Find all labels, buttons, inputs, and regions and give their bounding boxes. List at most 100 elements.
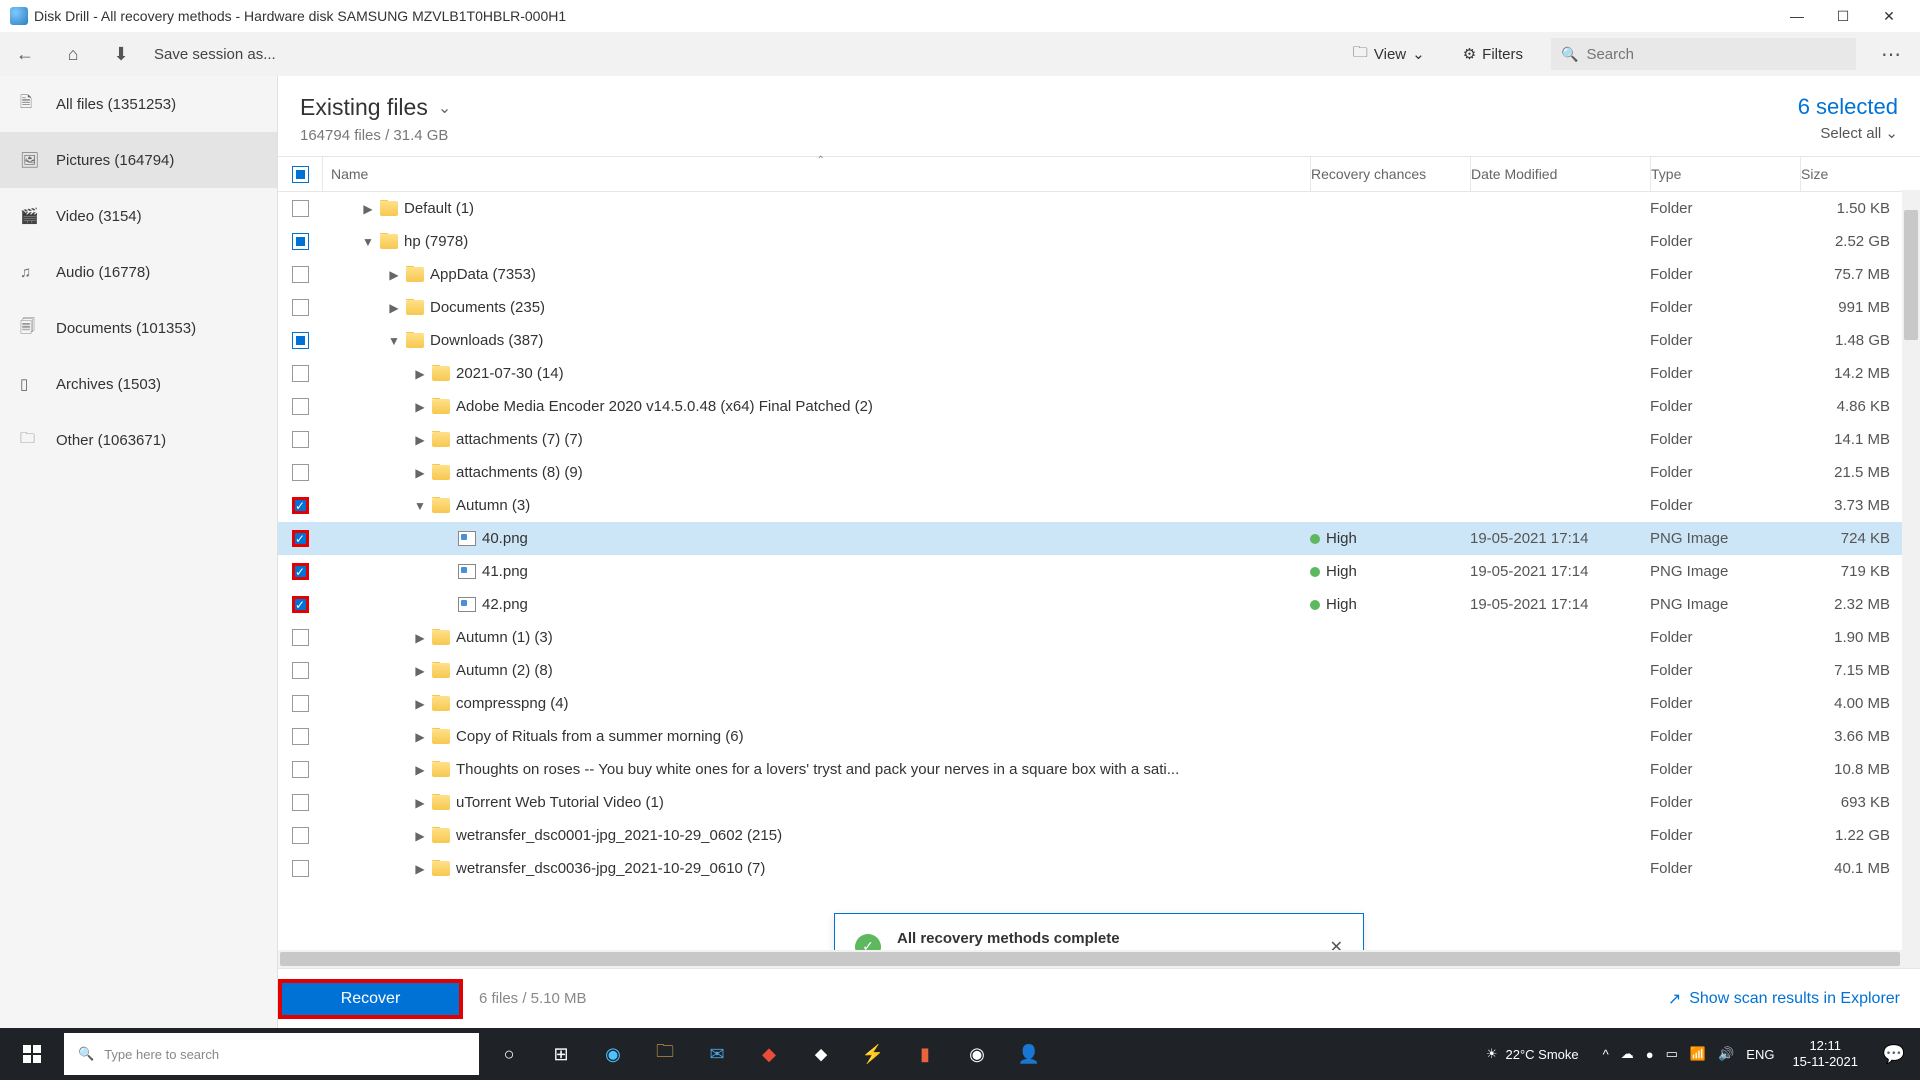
onedrive-icon[interactable]: ☁ xyxy=(1621,1046,1634,1062)
recover-button[interactable]: Recover xyxy=(278,979,463,1019)
table-row[interactable]: ▶Copy of Rituals from a summer morning (… xyxy=(278,720,1920,753)
expand-toggle[interactable]: ▶ xyxy=(414,664,426,678)
chrome-icon[interactable]: ◉ xyxy=(951,1028,1003,1080)
expand-toggle[interactable]: ▶ xyxy=(388,268,400,282)
download-icon[interactable]: ⬇ xyxy=(106,39,136,69)
row-checkbox[interactable] xyxy=(292,365,309,382)
row-checkbox[interactable] xyxy=(292,266,309,283)
table-row[interactable]: ✓40.pngHigh19-05-2021 17:14PNG Image724 … xyxy=(278,522,1920,555)
row-checkbox[interactable] xyxy=(292,431,309,448)
language-indicator[interactable]: ENG xyxy=(1746,1047,1774,1062)
search-input[interactable] xyxy=(1586,46,1846,63)
table-row[interactable]: ▼hp (7978)Folder2.52 GB xyxy=(278,225,1920,258)
table-row[interactable]: ▼Downloads (387)Folder1.48 GB xyxy=(278,324,1920,357)
table-row[interactable]: ▶Documents (235)Folder991 MB xyxy=(278,291,1920,324)
view-title[interactable]: Existing files xyxy=(300,94,428,121)
row-checkbox[interactable] xyxy=(292,332,309,349)
row-checkbox[interactable] xyxy=(292,860,309,877)
chevron-up-icon[interactable]: ^ xyxy=(1603,1047,1609,1062)
row-checkbox[interactable] xyxy=(292,728,309,745)
tray-icon[interactable]: ● xyxy=(1646,1047,1654,1062)
sidebar-item-documents[interactable]: 🗐Documents (101353) xyxy=(0,300,277,356)
vertical-scrollbar[interactable] xyxy=(1902,190,1920,968)
select-all-button[interactable]: Select all ⌄ xyxy=(1798,124,1898,142)
more-menu-button[interactable]: ⋯ xyxy=(1874,42,1910,67)
minimize-button[interactable]: — xyxy=(1774,0,1820,32)
explorer-icon[interactable]: 🗀 xyxy=(639,1028,691,1080)
sidebar-item-pictures[interactable]: 🖼Pictures (164794) xyxy=(0,132,277,188)
row-checkbox[interactable] xyxy=(292,827,309,844)
disk-drill-icon[interactable]: 👤 xyxy=(1003,1028,1055,1080)
office-icon[interactable]: ▮ xyxy=(899,1028,951,1080)
expand-toggle[interactable]: ▶ xyxy=(414,367,426,381)
table-row[interactable]: ▶uTorrent Web Tutorial Video (1)Folder69… xyxy=(278,786,1920,819)
table-row[interactable]: ▶Thoughts on roses -- You buy white ones… xyxy=(278,753,1920,786)
clock[interactable]: 12:11 15-11-2021 xyxy=(1782,1038,1868,1069)
expand-toggle[interactable]: ▼ xyxy=(414,499,426,513)
edge-icon[interactable]: ◉ xyxy=(587,1028,639,1080)
row-checkbox[interactable] xyxy=(292,464,309,481)
row-checkbox[interactable] xyxy=(292,794,309,811)
expand-toggle[interactable]: ▼ xyxy=(362,235,374,249)
expand-toggle[interactable]: ▶ xyxy=(414,730,426,744)
table-row[interactable]: ▶Autumn (2) (8)Folder7.15 MB xyxy=(278,654,1920,687)
table-row[interactable]: ✓42.pngHigh19-05-2021 17:14PNG Image2.32… xyxy=(278,588,1920,621)
dropbox-icon[interactable]: ⬥ xyxy=(795,1028,847,1080)
back-button[interactable]: ← xyxy=(10,39,40,69)
row-checkbox[interactable]: ✓ xyxy=(292,497,309,514)
sidebar-item-audio[interactable]: ♫Audio (16778) xyxy=(0,244,277,300)
row-checkbox[interactable]: ✓ xyxy=(292,563,309,580)
table-row[interactable]: ▶Default (1)Folder1.50 KB xyxy=(278,192,1920,225)
table-row[interactable]: ▶2021-07-30 (14)Folder14.2 MB xyxy=(278,357,1920,390)
row-checkbox[interactable] xyxy=(292,200,309,217)
sidebar-item-all-files[interactable]: 🗎All files (1351253) xyxy=(0,76,277,132)
chevron-down-icon[interactable]: ⌄ xyxy=(438,98,451,118)
column-recovery[interactable]: Recovery chances xyxy=(1310,157,1470,191)
table-row[interactable]: ▶attachments (7) (7)Folder14.1 MB xyxy=(278,423,1920,456)
sidebar-item-other[interactable]: 🗀Other (1063671) xyxy=(0,412,277,468)
row-checkbox[interactable] xyxy=(292,233,309,250)
expand-toggle[interactable]: ▶ xyxy=(388,301,400,315)
close-button[interactable]: ✕ xyxy=(1866,0,1912,32)
column-date[interactable]: Date Modified xyxy=(1470,157,1650,191)
table-row[interactable]: ✓▼Autumn (3)Folder3.73 MB xyxy=(278,489,1920,522)
save-session-button[interactable]: Save session as... xyxy=(154,46,276,63)
expand-toggle[interactable]: ▶ xyxy=(414,829,426,843)
table-row[interactable]: ▶wetransfer_dsc0036-jpg_2021-10-29_0610 … xyxy=(278,852,1920,885)
table-row[interactable]: ▶Autumn (1) (3)Folder1.90 MB xyxy=(278,621,1920,654)
row-checkbox[interactable] xyxy=(292,299,309,316)
table-row[interactable]: ▶attachments (8) (9)Folder21.5 MB xyxy=(278,456,1920,489)
row-checkbox[interactable]: ✓ xyxy=(292,596,309,613)
show-results-button[interactable]: ↗Show scan results in Explorer xyxy=(1668,989,1900,1009)
table-row[interactable]: ▶AppData (7353)Folder75.7 MB xyxy=(278,258,1920,291)
taskbar-search[interactable]: 🔍Type here to search xyxy=(64,1033,479,1075)
system-tray[interactable]: ^ ☁ ● ▭ 📶 🔊 ENG xyxy=(1595,1046,1783,1062)
battery-icon[interactable]: ▭ xyxy=(1666,1046,1678,1062)
start-button[interactable] xyxy=(0,1028,64,1080)
expand-toggle[interactable]: ▶ xyxy=(414,631,426,645)
horizontal-scrollbar[interactable] xyxy=(278,950,1902,968)
row-checkbox[interactable] xyxy=(292,695,309,712)
wifi-icon[interactable]: 📶 xyxy=(1690,1046,1706,1062)
task-view-icon[interactable]: ⊞ xyxy=(535,1028,587,1080)
expand-toggle[interactable]: ▶ xyxy=(414,763,426,777)
maximize-button[interactable]: ☐ xyxy=(1820,0,1866,32)
table-row[interactable]: ▶Adobe Media Encoder 2020 v14.5.0.48 (x6… xyxy=(278,390,1920,423)
expand-toggle[interactable]: ▶ xyxy=(414,400,426,414)
app-icon-2[interactable]: ⚡ xyxy=(847,1028,899,1080)
column-name[interactable]: Name⌃ xyxy=(322,157,1310,191)
expand-toggle[interactable]: ▶ xyxy=(362,202,374,216)
volume-icon[interactable]: 🔊 xyxy=(1718,1046,1734,1062)
weather-widget[interactable]: ☀22°C Smoke xyxy=(1486,1046,1579,1062)
sidebar-item-archives[interactable]: ▯Archives (1503) xyxy=(0,356,277,412)
search-box[interactable]: 🔍 xyxy=(1551,38,1856,70)
column-type[interactable]: Type xyxy=(1650,157,1800,191)
row-checkbox[interactable] xyxy=(292,662,309,679)
expand-toggle[interactable]: ▶ xyxy=(414,697,426,711)
table-row[interactable]: ▶compresspng (4)Folder4.00 MB xyxy=(278,687,1920,720)
row-checkbox[interactable] xyxy=(292,629,309,646)
row-checkbox[interactable]: ✓ xyxy=(292,530,309,547)
column-size[interactable]: Size xyxy=(1800,157,1920,191)
select-all-checkbox[interactable] xyxy=(292,166,309,183)
row-checkbox[interactable] xyxy=(292,761,309,778)
